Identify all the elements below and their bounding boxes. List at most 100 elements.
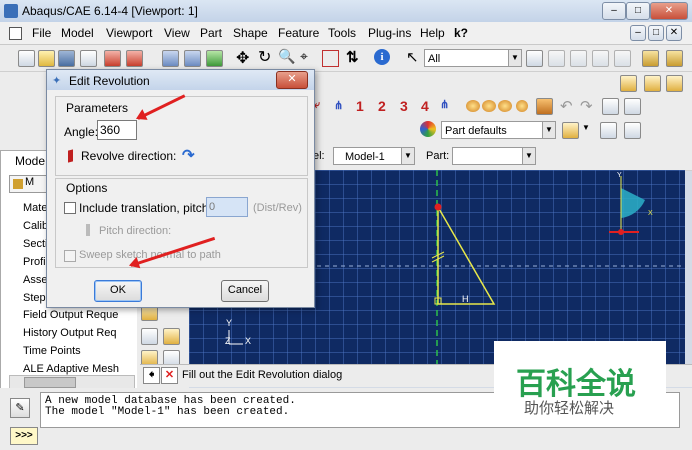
dialog-app-icon: ✦	[52, 75, 62, 87]
cycle-views-icon[interactable]: ⇅	[346, 48, 359, 66]
view-3-button[interactable]: 3	[400, 98, 408, 114]
view-iso-icon[interactable]	[620, 75, 637, 92]
dialog-title-bar[interactable]: ✦ Edit Revolution ✕	[47, 70, 314, 90]
datum-icon[interactable]	[642, 50, 659, 67]
cancel-procedure-icon[interactable]: ✕	[161, 367, 178, 384]
tree-item-materials[interactable]: Mate	[23, 202, 47, 214]
select-region-icon[interactable]	[592, 50, 609, 67]
tree-item-calibrations[interactable]: Calib	[23, 220, 48, 232]
dialog-close-button[interactable]: ✕	[276, 71, 308, 89]
palette-icon[interactable]	[420, 121, 436, 137]
menu-whats-this[interactable]: k?	[454, 26, 468, 40]
view-1-button[interactable]: 1	[356, 98, 364, 114]
tree-item-field-output[interactable]: Field Output Reque	[23, 309, 118, 321]
save-icon[interactable]	[58, 50, 75, 67]
pan-icon[interactable]: ✥	[236, 48, 249, 68]
model-tree-combo-value: M	[25, 176, 35, 188]
select-arrow-icon[interactable]: ↖	[406, 48, 419, 66]
part-defaults-combo[interactable]: Part defaults ▼	[441, 121, 556, 139]
tree-item-sections[interactable]: Secti	[23, 238, 47, 250]
mdi-close-button[interactable]: ✕	[666, 25, 682, 41]
rotate-icon[interactable]: ↻	[258, 47, 271, 67]
menu-view[interactable]: View	[164, 26, 190, 40]
zoom-icon[interactable]: 🔍	[278, 48, 295, 65]
feature-manager-icon[interactable]	[624, 98, 641, 115]
menu-plugins[interactable]: Plug-ins	[368, 26, 411, 40]
tree-item-profiles[interactable]: Profi	[23, 256, 46, 268]
view-front-icon[interactable]	[644, 75, 661, 92]
print-icon[interactable]	[80, 50, 97, 67]
selection-filter-combo[interactable]: All ▼	[424, 49, 522, 67]
sketch-tool-icon[interactable]	[141, 328, 158, 345]
model-combo[interactable]: Model-1 ▼	[333, 147, 415, 165]
remove-icon[interactable]	[624, 122, 641, 139]
angle-input[interactable]	[97, 120, 137, 140]
chevron-down-icon: ▼	[401, 148, 414, 164]
close-button[interactable]: ✕	[650, 2, 688, 20]
cancel-button[interactable]: Cancel	[221, 280, 269, 302]
flip-direction-icon[interactable]: ↷	[182, 146, 195, 164]
menu-part[interactable]: Part	[200, 26, 222, 40]
view-2-button[interactable]: 2	[378, 98, 386, 114]
menu-tools[interactable]: Tools	[328, 26, 356, 40]
csys-icon[interactable]: ⋔	[334, 99, 343, 112]
display-group-icon[interactable]	[562, 122, 579, 139]
tree-horizontal-scrollbar[interactable]	[9, 375, 135, 389]
new-icon[interactable]	[18, 50, 35, 67]
message-tab-icon[interactable]: ✎	[10, 398, 30, 418]
part-combo[interactable]: ▼	[452, 147, 536, 165]
view-axes-icon[interactable]: ⋔	[440, 98, 449, 111]
export-icon[interactable]	[126, 50, 143, 67]
scroll-thumb[interactable]	[24, 377, 76, 388]
import-icon[interactable]	[104, 50, 121, 67]
render-shaded-icon[interactable]	[206, 50, 223, 67]
redo-icon[interactable]: ↷	[580, 97, 593, 115]
select-option-icon[interactable]	[526, 50, 543, 67]
color-code-icon[interactable]	[466, 100, 480, 112]
sweep-sketch-checkbox[interactable]	[64, 250, 76, 262]
maximize-button[interactable]: □	[626, 2, 650, 20]
sphere-icon[interactable]	[516, 100, 528, 112]
partition-tool-icon[interactable]	[163, 328, 180, 345]
tree-item-time-points[interactable]: Time Points	[23, 345, 81, 357]
menu-file[interactable]: File	[32, 26, 51, 40]
tree-item-assembly[interactable]: Asse	[23, 274, 47, 286]
back-arrow-icon[interactable]: 🠸	[143, 367, 160, 384]
replace-icon[interactable]	[600, 122, 617, 139]
model-tree-combo[interactable]: M	[9, 175, 51, 193]
query-info-icon[interactable]: i	[374, 49, 390, 65]
menu-help[interactable]: Help	[420, 26, 445, 40]
triangle-sketch	[437, 204, 496, 305]
auto-fit-icon[interactable]	[322, 50, 339, 67]
menu-feature[interactable]: Feature	[278, 26, 319, 40]
display-group-dropdown[interactable]: ▼	[582, 123, 590, 132]
query-tool-icon[interactable]	[536, 98, 553, 115]
pitch-input[interactable]	[206, 197, 248, 217]
open-icon[interactable]	[38, 50, 55, 67]
mdi-minimize-button[interactable]: –	[630, 25, 646, 41]
tree-item-ale-adaptive-mesh[interactable]: ALE Adaptive Mesh	[23, 363, 119, 375]
menu-shape[interactable]: Shape	[233, 26, 268, 40]
include-translation-checkbox[interactable]	[64, 202, 76, 214]
select-loop-icon[interactable]	[614, 50, 631, 67]
minimize-button[interactable]: –	[602, 2, 626, 20]
layers-icon[interactable]	[666, 50, 683, 67]
select-entity-icon[interactable]	[548, 50, 565, 67]
render-wireframe-icon[interactable]	[162, 50, 179, 67]
select-box-icon[interactable]	[570, 50, 587, 67]
part-manager-icon[interactable]	[602, 98, 619, 115]
model-tab[interactable]: Mode	[15, 154, 45, 168]
color-code-3-icon[interactable]	[498, 100, 512, 112]
render-hidden-icon[interactable]	[184, 50, 201, 67]
undo-icon[interactable]: ↶	[560, 97, 573, 115]
tree-item-history-output[interactable]: History Output Req	[23, 327, 117, 339]
menu-model[interactable]: Model	[61, 26, 94, 40]
box-zoom-icon[interactable]: ⌖	[300, 48, 308, 65]
view-4-button[interactable]: 4	[421, 98, 429, 114]
python-prompt-tab[interactable]: >>>	[10, 427, 38, 445]
mdi-restore-button[interactable]: □	[648, 25, 664, 41]
ok-button[interactable]: OK	[94, 280, 142, 302]
menu-viewport[interactable]: Viewport	[106, 26, 152, 40]
view-side-icon[interactable]	[666, 75, 683, 92]
color-code-2-icon[interactable]	[482, 100, 496, 112]
